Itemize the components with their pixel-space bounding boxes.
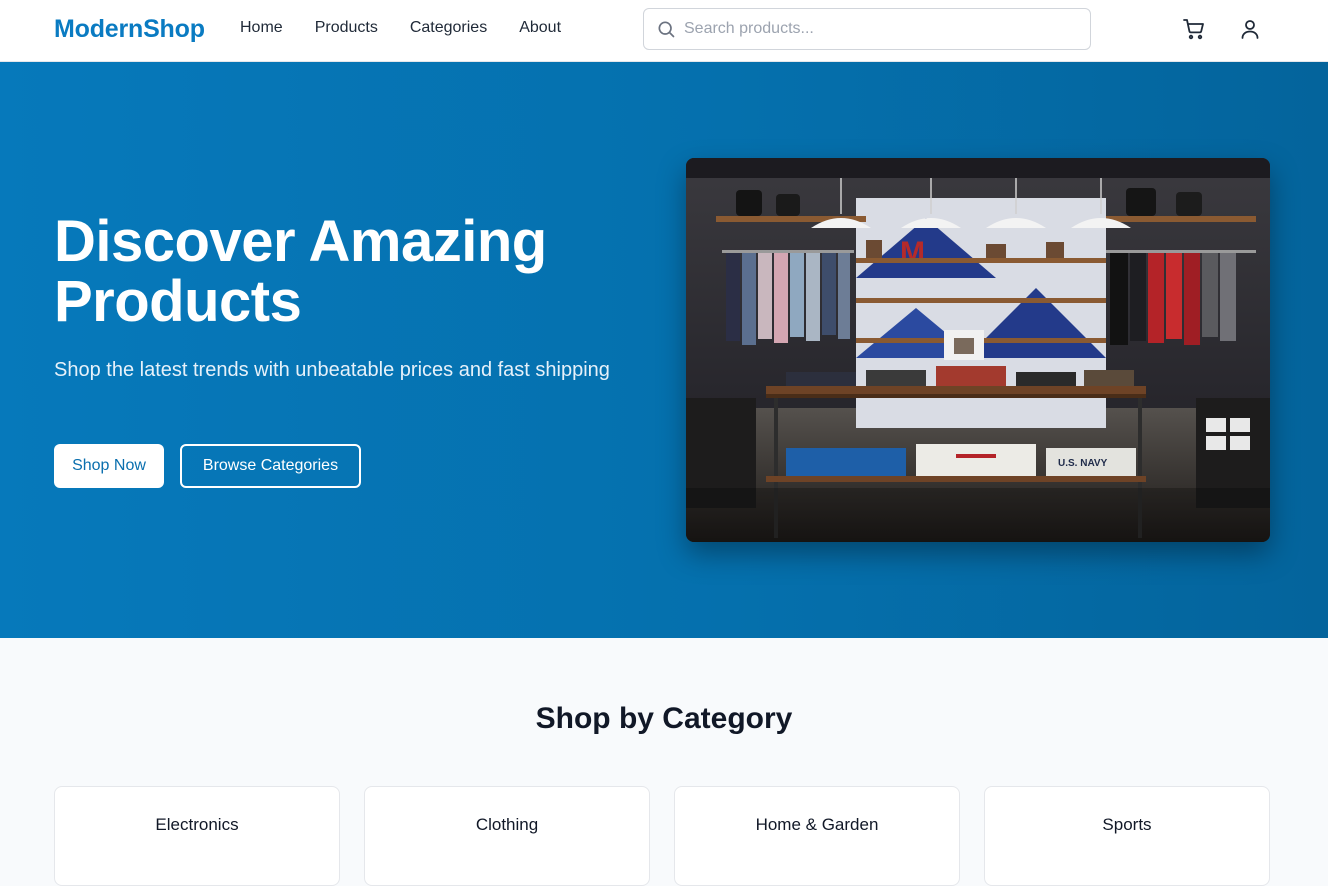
category-label: Sports (1102, 815, 1152, 834)
nav-link-products[interactable]: Products (315, 19, 378, 37)
site-header: ModernShop Home Products Categories Abou… (0, 0, 1328, 62)
category-card-electronics[interactable]: Electronics (54, 786, 340, 886)
browse-categories-button[interactable]: Browse Categories (180, 444, 361, 488)
category-label: Electronics (155, 815, 239, 834)
category-label: Home & Garden (755, 815, 879, 834)
search-icon (658, 21, 675, 38)
hero-subtitle: Shop the latest trends with unbeatable p… (54, 359, 610, 381)
nav-link-categories[interactable]: Categories (410, 19, 487, 37)
user-icon[interactable] (1238, 17, 1262, 41)
category-card-home-garden[interactable]: Home & Garden (674, 786, 960, 886)
search-box (643, 8, 1091, 50)
nav-link-home[interactable]: Home (240, 19, 283, 37)
wall-letter: M (900, 236, 925, 269)
hero-title: Discover Amazing Products (54, 209, 547, 334)
hero-section: Discover Amazing Products Shop the lates… (0, 62, 1328, 638)
hero-image: M U.S. NAVY (686, 158, 1270, 542)
store-interior-illustration: M U.S. NAVY (686, 158, 1270, 542)
nav-link-about[interactable]: About (519, 19, 561, 37)
categories-title: Shop by Category (535, 702, 793, 735)
category-card-sports[interactable]: Sports (984, 786, 1270, 886)
search-input[interactable] (684, 9, 1084, 49)
shop-now-button[interactable]: Shop Now (54, 444, 164, 488)
image-caption: U.S. NAVY (1058, 458, 1108, 469)
category-label: Clothing (475, 815, 539, 834)
category-card-clothing[interactable]: Clothing (364, 786, 650, 886)
main-nav: Home Products Categories About (240, 19, 593, 37)
cart-icon[interactable] (1182, 17, 1206, 41)
site-logo[interactable]: ModernShop (54, 15, 205, 44)
